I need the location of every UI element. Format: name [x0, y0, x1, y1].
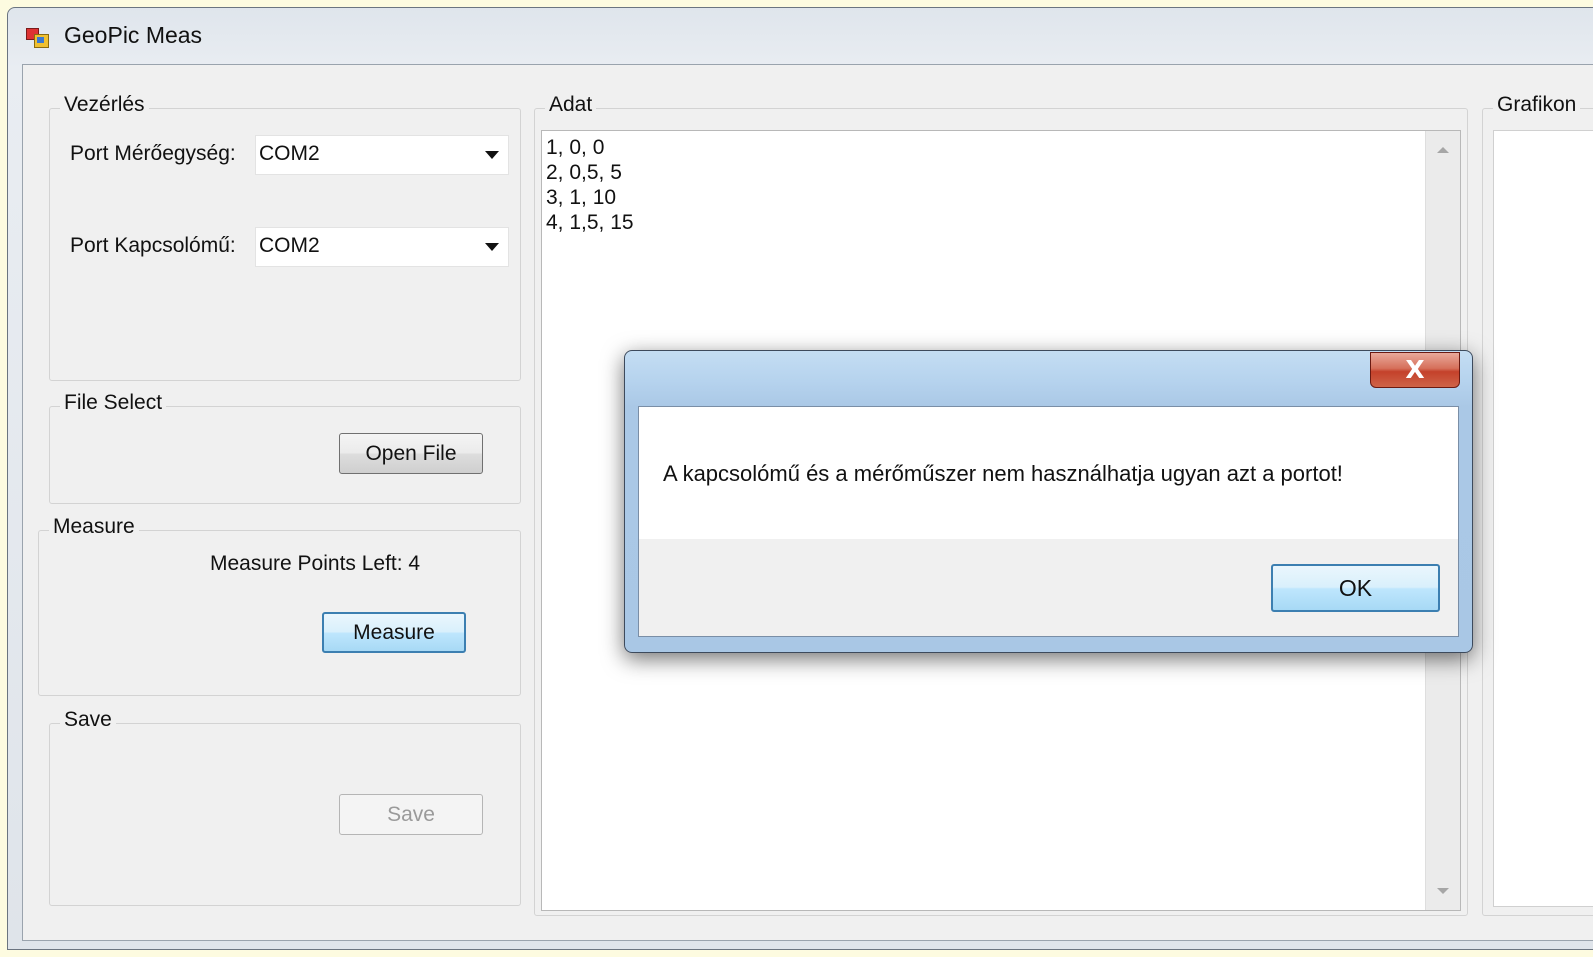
save-button[interactable]: Save: [339, 794, 483, 835]
measure-groupbox: Measure Measure Points Left: 4 Measure: [38, 515, 521, 696]
data-lines: 1, 0, 0 2, 0,5, 5 3, 1, 10 4, 1,5, 15: [546, 135, 634, 235]
app-icon[interactable]: [26, 26, 49, 48]
port-meter-combobox[interactable]: COM2: [255, 135, 509, 175]
save-group-label: Save: [60, 708, 116, 732]
chart-group-label: Grafikon: [1493, 93, 1581, 117]
measure-points-left-label: Measure Points Left: 4: [210, 552, 421, 575]
message-dialog: X A kapcsolómű és a mérőműszer nem haszn…: [624, 350, 1473, 653]
port-switch-combobox[interactable]: COM2: [255, 227, 509, 267]
ok-button[interactable]: OK: [1271, 564, 1440, 612]
port-switch-label: Port Kapcsolómű:: [70, 234, 236, 257]
data-line: 2, 0,5, 5: [546, 161, 622, 184]
data-line: 4, 1,5, 15: [546, 211, 634, 234]
open-file-button[interactable]: Open File: [339, 433, 483, 474]
scroll-up-icon[interactable]: [1437, 147, 1449, 153]
chart-area: [1493, 130, 1593, 907]
title-bar[interactable]: GeoPic Meas: [8, 8, 1593, 64]
window-title: GeoPic Meas: [64, 22, 203, 48]
measure-group-label: Measure: [49, 515, 139, 539]
dialog-message: A kapcsolómű és a mérőműszer nem használ…: [663, 461, 1343, 486]
port-meter-label: Port Mérőegység:: [70, 142, 236, 165]
measure-button[interactable]: Measure: [322, 612, 466, 653]
dialog-close-button[interactable]: X: [1370, 352, 1460, 388]
control-group-label: Vezérlés: [60, 93, 149, 117]
dialog-client-area: A kapcsolómű és a mérőműszer nem használ…: [638, 406, 1459, 637]
port-meter-value: COM2: [259, 142, 320, 165]
data-line: 3, 1, 10: [546, 186, 617, 209]
file-select-group-label: File Select: [60, 391, 167, 415]
file-select-groupbox: File Select Open File: [49, 391, 521, 504]
data-line: 1, 0, 0: [546, 136, 605, 159]
dialog-button-bar: OK: [639, 539, 1458, 636]
scroll-down-icon[interactable]: [1437, 888, 1449, 894]
chevron-down-icon[interactable]: [485, 151, 499, 159]
port-switch-value: COM2: [259, 234, 320, 257]
chart-groupbox: Grafikon: [1482, 93, 1593, 916]
data-group-label: Adat: [545, 93, 597, 117]
chevron-down-icon[interactable]: [485, 243, 499, 251]
control-groupbox: Vezérlés Port Mérőegység: COM2 Port Kapc…: [49, 93, 521, 381]
save-groupbox: Save Save: [49, 708, 521, 906]
close-icon[interactable]: X: [1371, 355, 1459, 384]
